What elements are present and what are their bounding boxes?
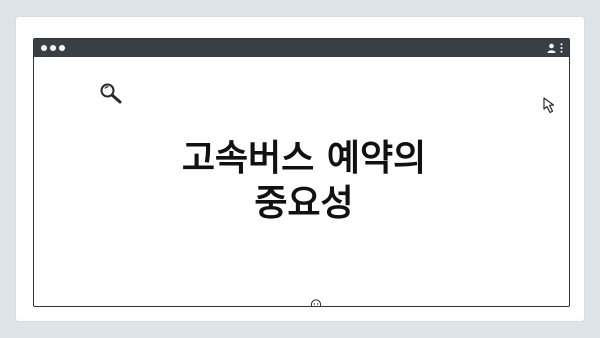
search-icon[interactable] xyxy=(99,82,123,108)
browser-window: 고속버스 예약의 중요성 xyxy=(33,38,570,307)
page-title-line-2: 중요성 xyxy=(254,183,354,224)
titlebar-actions xyxy=(547,43,563,53)
page-title: 고속버스 예약의 중요성 xyxy=(154,136,454,226)
lightbulb-face-icon xyxy=(310,298,322,306)
browser-frame: 고속버스 예약의 중요성 xyxy=(16,17,584,321)
minimize-button[interactable] xyxy=(50,45,56,51)
kebab-menu-icon[interactable] xyxy=(560,43,563,53)
close-button[interactable] xyxy=(41,45,47,51)
presentation-stage: 고속버스 예약의 중요성 xyxy=(0,0,600,338)
maximize-button[interactable] xyxy=(59,45,65,51)
page-title-line-1: 고속버스 예약의 xyxy=(181,138,427,179)
window-titlebar xyxy=(34,39,569,57)
window-controls xyxy=(41,45,65,51)
cursor-arrow-icon xyxy=(543,97,561,119)
user-icon[interactable] xyxy=(547,43,556,53)
